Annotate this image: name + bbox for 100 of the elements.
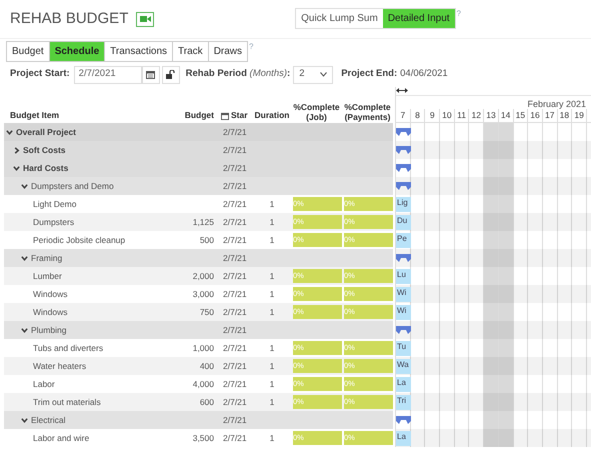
column-header: Budget [184,109,215,122]
summary-bar-icon [396,182,411,190]
help-mark[interactable]: ? [249,41,254,53]
table-cell-text: 2/7/21 [222,360,248,372]
summary-bar-icon [396,326,411,334]
rehab-period-select[interactable]: 2 [293,66,334,84]
table-cell-text: 1 [268,198,276,210]
unlocked-icon [166,70,176,79]
task-bar[interactable]: Lu [396,268,411,284]
rehab-period-label: Rehab Period (Months): [186,67,290,82]
chevron-down-icon[interactable] [21,326,28,334]
table-cell-text: 1 [268,342,276,354]
table-cell-text: 2/7/21 [222,414,248,426]
task-bar[interactable]: Tri [396,394,411,410]
table-cell-text: 2/7/21 [222,198,248,210]
item-name: Labor and wire [32,432,90,444]
table-cell: 1,125 [192,216,214,227]
table-cell-text: 1 [268,360,276,372]
chevron-down-icon[interactable] [21,254,28,262]
column-header: Budget Item [9,109,60,122]
table-cell: 4,000 [192,378,214,389]
calendar-icon [146,70,156,79]
table-cell-text: 2/7/21 [222,270,248,282]
month-label: February 2021 [527,99,586,109]
table-cell: 500 [200,234,214,245]
task-bar[interactable]: Tu [396,340,411,356]
item-name: Windows [32,288,68,300]
task-bar[interactable]: La [396,376,411,392]
day-label: 18 [560,109,570,122]
task-bar[interactable]: Wa [396,358,411,374]
summary-bar-icon [396,254,411,262]
day-label: 14 [500,109,510,122]
day-label: 17 [544,109,554,122]
chevron-right-icon[interactable] [13,146,20,154]
table-cell: 2,000 [192,270,214,281]
group-name: Electrical [31,414,66,426]
resize-arrow-icon[interactable] [396,88,408,93]
day-label: 19 [574,109,584,122]
item-name: Labor [32,378,56,390]
table-cell-text: 2/7/21 [222,144,248,156]
table-cell-text: 2/7/21 [222,378,248,390]
table-cell-text: 1 [268,378,276,390]
group-name: Soft Costs [23,144,66,156]
chevron-down-icon[interactable] [21,416,28,424]
help-mark[interactable]: ? [456,8,461,20]
tab[interactable]: Schedule [50,42,106,61]
table-cell-text: 2/7/21 [222,342,248,354]
summary-bar-icon [396,128,411,136]
table-cell-text: 2/7/21 [222,162,248,174]
chevron-down-icon[interactable] [6,128,13,136]
chevron-down-icon[interactable] [21,182,28,190]
project-start-field[interactable]: 2/7/2021 [74,66,142,84]
table-cell-text: 2/7/21 [222,324,248,336]
day-label: 8 [415,109,420,122]
project-end-label: Project End: [341,67,398,82]
table-cell-text: 1 [268,216,276,228]
day-label: 9 [430,109,435,122]
video-button[interactable] [136,12,154,27]
group-name: Framing [31,252,62,264]
calendar-icon [221,112,229,120]
column-header: Duration [254,109,290,122]
dropdown-caret-icon [320,72,328,77]
item-name: Dumpsters [32,216,76,228]
task-bar[interactable]: La [396,430,411,446]
mode-toggle-option[interactable]: Detailed Input [382,9,455,28]
video-camera-icon [140,15,151,24]
table-cell-text: 1 [268,396,276,408]
project-end-value: 04/06/2021 [400,67,448,82]
table-cell-text: 2/7/21 [222,180,248,192]
chevron-down-icon[interactable] [13,164,20,172]
project-start-label: Project Start: [10,67,70,82]
table-cell: 400 [200,360,214,371]
table-cell-text: 2/7/21 [222,216,248,228]
task-bar[interactable]: Pe [396,232,411,248]
day-label: 11 [457,109,466,122]
task-bar[interactable]: Wi [396,304,411,320]
table-cell-text: 1 [268,306,276,318]
group-name: Overall Project [16,126,76,138]
task-bar[interactable]: Lig [396,196,411,212]
day-label: 12 [472,109,482,122]
day-label: 7 [400,109,406,122]
table-cell-text: 2/7/21 [222,306,248,318]
table-cell: 600 [200,396,214,407]
item-name: Tubs and diverters [32,342,104,354]
calendar-button[interactable] [142,66,160,84]
table-cell: 1,000 [192,342,214,353]
table-cell-text: 2/7/21 [222,432,248,444]
task-bar[interactable]: Du [396,214,411,230]
group-name: Plumbing [31,324,66,336]
table-cell-text: 1 [268,234,276,246]
column-header: Star [231,109,248,122]
item-name: Trim out materials [32,396,102,408]
table-cell-text: 1 [268,270,276,282]
item-name: Water heaters [32,360,88,372]
table-cell-text: 2/7/21 [222,288,248,300]
item-name: Light Demo [32,198,78,210]
lock-button[interactable] [162,66,180,84]
task-bar[interactable]: Wi [396,286,411,302]
summary-bar-icon [396,164,411,172]
item-name: Periodic Jobsite cleanup [32,234,126,246]
